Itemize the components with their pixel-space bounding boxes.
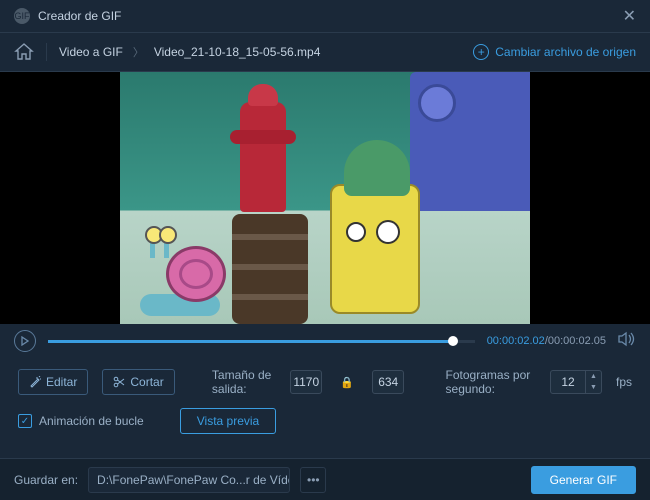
window-title: Creador de GIF (38, 9, 623, 23)
time-display: 00:00:02.02/00:00:02.05 (487, 335, 606, 347)
fps-up-icon[interactable]: ▲ (586, 371, 601, 382)
chevron-right-icon: 〉 (133, 44, 144, 60)
seek-slider[interactable] (48, 340, 475, 343)
home-button[interactable] (14, 43, 34, 61)
fps-label: Fotogramas por segundo: (446, 368, 537, 396)
magic-wand-icon (29, 376, 41, 388)
video-preview (0, 72, 650, 324)
edit-label: Editar (46, 375, 77, 389)
change-source-button[interactable]: + Cambiar archivo de origen (473, 44, 636, 60)
lock-aspect-icon[interactable]: 🔒 (340, 376, 354, 389)
loop-checkbox[interactable]: ✓ Animación de bucle (18, 414, 144, 428)
height-input[interactable]: 634 (372, 370, 404, 394)
plus-circle-icon: + (473, 44, 489, 60)
play-button[interactable] (14, 330, 36, 352)
cut-label: Cortar (130, 375, 163, 389)
preview-button[interactable]: Vista previa (180, 408, 276, 434)
scissors-icon (113, 376, 125, 388)
ellipsis-icon: ••• (307, 473, 320, 487)
save-path-field[interactable]: D:\FonePaw\FonePaw Co...r de Vídeos\GIF … (88, 467, 290, 493)
breadcrumb-file: Video_21-10-18_15-05-56.mp4 (154, 45, 321, 59)
current-time: 00:00:02.02 (487, 335, 545, 347)
change-source-label: Cambiar archivo de origen (495, 45, 636, 59)
loop-label: Animación de bucle (39, 414, 144, 428)
check-icon: ✓ (18, 414, 32, 428)
app-icon: GIF (14, 8, 30, 24)
fps-unit: fps (616, 375, 632, 389)
total-time: 00:00:02.05 (548, 335, 606, 347)
width-input[interactable]: 1170 (290, 370, 322, 394)
close-icon[interactable]: ✕ (623, 6, 636, 26)
volume-icon[interactable] (618, 331, 636, 352)
cut-button[interactable]: Cortar (102, 369, 174, 395)
breadcrumb-root[interactable]: Video a GIF (59, 45, 123, 59)
divider (46, 43, 47, 61)
browse-button[interactable]: ••• (300, 467, 326, 493)
generate-label: Generar GIF (550, 473, 617, 487)
preview-label: Vista previa (197, 414, 259, 428)
output-size-label: Tamaño de salida: (212, 368, 276, 396)
preview-frame (120, 72, 530, 324)
save-to-label: Guardar en: (14, 473, 78, 487)
fps-value: 12 (551, 375, 585, 389)
fps-stepper[interactable]: 12 ▲ ▼ (550, 370, 602, 394)
edit-button[interactable]: Editar (18, 369, 88, 395)
generate-gif-button[interactable]: Generar GIF (531, 466, 636, 494)
fps-down-icon[interactable]: ▼ (586, 382, 601, 393)
